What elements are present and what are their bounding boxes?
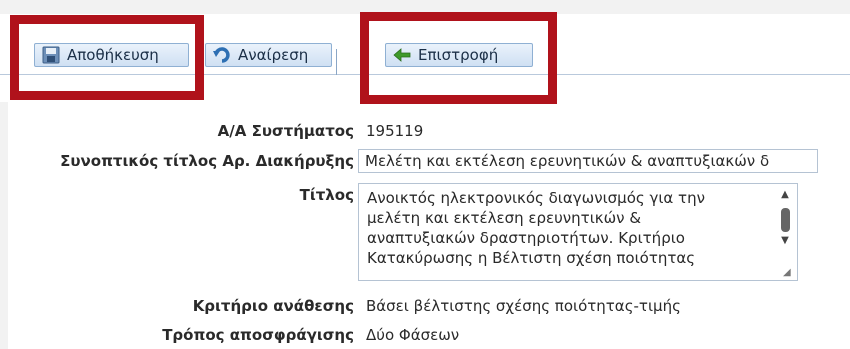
undo-arrow-icon: [212, 45, 232, 65]
undo-button-label: Αναίρεση: [238, 46, 309, 64]
scroll-up-icon[interactable]: ▲: [779, 190, 791, 200]
title-scrollbar[interactable]: ▲ ▼: [779, 190, 791, 262]
title-line: Ανοικτός ηλεκτρονικός διαγωνισμός για τη…: [367, 189, 705, 207]
title-textarea[interactable]: Ανοικτός ηλεκτρονικός διαγωνισμός για τη…: [358, 183, 798, 281]
toolbar-divider: [0, 74, 850, 75]
unsealing-method-value: Δύο Φάσεων: [366, 326, 460, 344]
award-criterion-value: Βάσει βέλτιστης σχέσης ποιότητας-τιμής: [366, 297, 681, 315]
back-button[interactable]: Επιστροφή: [385, 43, 533, 67]
left-border: [0, 102, 8, 349]
back-button-label: Επιστροφή: [418, 46, 499, 64]
floppy-disk-icon: [41, 45, 61, 65]
summary-title-input[interactable]: Μελέτη και εκτέλεση ερευνητικών & αναπτυ…: [358, 149, 818, 173]
unsealing-method-label: Τρόπος αποσφράγισης: [162, 326, 354, 344]
title-text: Ανοικτός ηλεκτρονικός διαγωνισμός για τη…: [367, 188, 757, 268]
title-label: Τίτλος: [299, 186, 354, 204]
save-button-label: Αποθήκευση: [67, 46, 159, 64]
toolbar-separator: [336, 49, 337, 75]
scroll-down-icon[interactable]: ▼: [779, 236, 791, 246]
toolbar: Αποθήκευση Αναίρεση Επιστροφή: [0, 14, 850, 102]
title-line: μελέτη και εκτέλεση ερευνητικών &: [367, 209, 642, 227]
title-line: Κατακύρωσης η Βέλτιστη σχέση ποιότητας: [367, 249, 696, 267]
resize-grip-icon[interactable]: ◢: [783, 268, 793, 278]
system-id-label: Α/Α Συστήματος: [217, 122, 354, 140]
back-arrow-icon: [392, 45, 412, 65]
scroll-thumb[interactable]: [781, 208, 790, 232]
summary-title-label: Συνοπτικός τίτλος Αρ. Διακήρυξης: [60, 152, 354, 170]
system-id-value: 195119: [366, 122, 424, 140]
award-criterion-label: Κριτήριο ανάθεσης: [192, 297, 354, 315]
title-line: αναπτυξιακών δραστηριοτήτων. Κριτήριο: [367, 229, 685, 247]
undo-button[interactable]: Αναίρεση: [205, 43, 332, 67]
save-button[interactable]: Αποθήκευση: [34, 43, 189, 67]
top-band: [0, 0, 850, 14]
